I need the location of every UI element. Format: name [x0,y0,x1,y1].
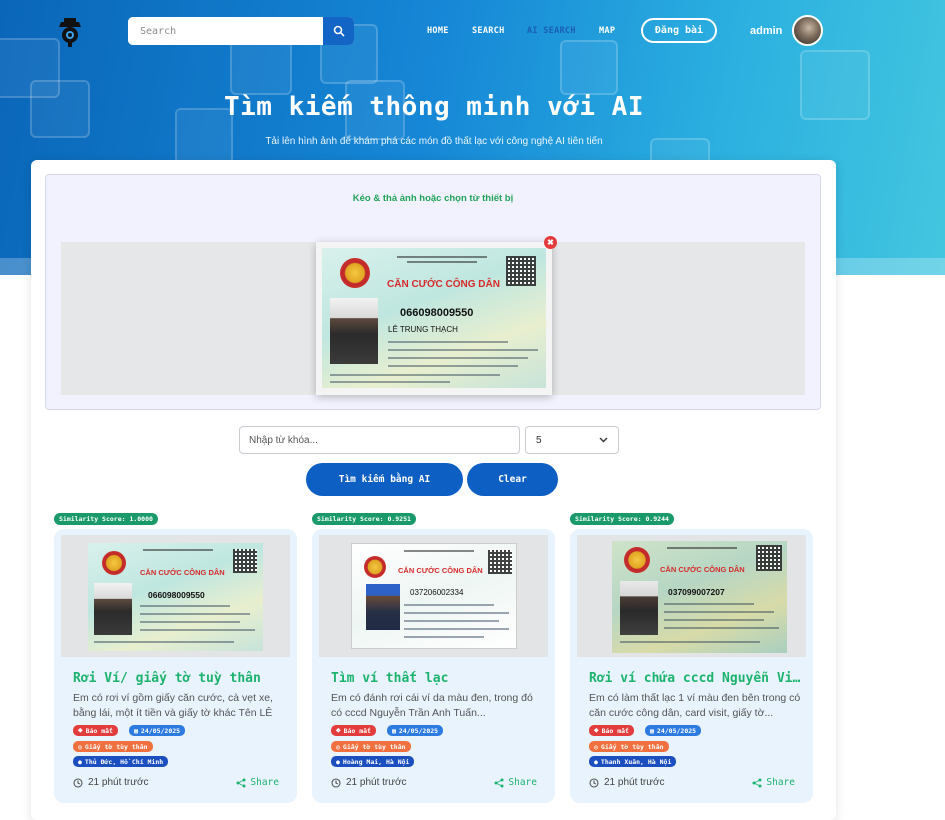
tag-icon: ⬥ [78,726,83,734]
result-count-value: 5 [536,434,542,446]
date-badge: ▦ 24/05/2025 [387,725,444,736]
location-pin-icon: ● [336,757,340,766]
header-search-input[interactable] [128,17,323,45]
clock-icon [331,777,341,788]
category-icon: ◎ [336,742,340,751]
nav-home[interactable]: HOME [427,26,449,36]
location-badge: ● Thanh Xuân, Hà Nội [589,756,677,767]
category-icon: ◎ [78,742,82,751]
category-badge: ◎ Giấy tờ tùy thân [331,741,411,752]
status-badge: ⬥ Báo mất [73,725,118,736]
location-badge: ● Thủ Đức, Hồ Chí Minh [73,756,169,767]
id-card-image: CĂN CƯỚC CÔNG DÂN 066098009550 [88,543,263,651]
chevron-down-icon [599,437,608,443]
category-icon: ◎ [594,742,598,751]
similarity-score-badge: Similarity Score: 1.0000 [54,513,158,525]
result-image[interactable]: CĂN CƯỚC CÔNG DÂN 066098009550 [61,535,290,657]
calendar-icon: ▦ [134,726,138,735]
share-button[interactable]: Share [752,777,795,788]
result-card-body[interactable]: CĂN CƯỚC CÔNG DÂN 066098009550 Rơi Ví/ g… [54,529,297,803]
result-image[interactable]: CĂN CƯỚC CÔNG DÂN 037099007207 [577,535,806,657]
share-icon [494,778,504,787]
search-icon [333,25,345,37]
result-card[interactable]: Similarity Score: 0.9251 CĂN CƯỚC CÔNG D… [312,513,555,805]
page-title: Tìm kiếm thông minh với AI [224,92,644,122]
nav-map[interactable]: MAP [599,26,615,36]
result-time: 21 phút trước [589,777,665,788]
calendar-icon: ▦ [392,726,396,735]
tag-icon: ⬥ [336,726,341,734]
location-badge: ● Hoàng Mai, Hà Nội [331,756,415,767]
dropzone-label[interactable]: Kéo & thả ảnh hoặc chọn từ thiết bị [46,193,820,204]
header-search[interactable] [128,17,354,45]
tag-icon: ⬥ [594,726,599,734]
ai-search-panel: Kéo & thả ảnh hoặc chọn từ thiết bị CĂN … [31,160,836,820]
similarity-score-badge: Similarity Score: 0.9251 [312,513,416,525]
share-icon [236,778,246,787]
result-title[interactable]: Rơi Ví/ giấy tờ tuỳ thân [73,671,288,686]
clock-icon [73,777,83,788]
share-button[interactable]: Share [494,777,537,788]
result-title[interactable]: Tìm ví thất lạc [331,671,546,686]
avatar[interactable] [792,15,823,46]
uploaded-image-preview: CĂN CƯỚC CÔNG DÂN 066098009550 LÊ TRUNG … [316,242,552,395]
remove-image-button[interactable]: ✖ [544,236,557,249]
similarity-score-badge: Similarity Score: 0.9244 [570,513,674,525]
username[interactable]: admin [750,25,782,37]
image-dropzone[interactable]: Kéo & thả ảnh hoặc chọn từ thiết bị CĂN … [45,174,821,410]
result-card[interactable]: Similarity Score: 1.0000 CĂN CƯỚC CÔNG D… [54,513,297,805]
decor-square [560,40,618,95]
result-time: 21 phút trước [73,777,149,788]
id-card-image: CĂN CƯỚC CÔNG DÂN 037099007207 [612,541,787,653]
category-badge: ◎ Giấy tờ tùy thân [73,741,153,752]
location-pin-icon: ● [78,757,82,766]
category-badge: ◎ Giấy tờ tùy thân [589,741,669,752]
site-logo-icon[interactable] [55,14,85,48]
share-button[interactable]: Share [236,777,279,788]
result-card-body[interactable]: CĂN CƯỚC CÔNG DÂN 037099007207 Rơi ví ch… [570,529,813,803]
ai-search-button[interactable]: Tìm kiếm bằng AI [306,463,463,496]
nav-ai-search[interactable]: AI SEARCH [527,26,576,36]
result-image[interactable]: CĂN CƯỚC CÔNG DÂN 037206002334 [319,535,548,657]
clock-icon [589,777,599,788]
nav-search[interactable]: SEARCH [472,26,505,36]
keyword-placeholder: Nhập từ khóa... [249,434,318,446]
date-badge: ▦ 24/05/2025 [129,725,186,736]
calendar-icon: ▦ [650,726,654,735]
page-subtitle: Tải lên hình ảnh để khám phá các món đồ … [265,136,603,147]
decor-square [230,40,292,95]
result-description: Em có đánh rơi cái ví da màu đen, trong … [331,692,533,719]
share-icon [752,778,762,787]
result-card-body[interactable]: CĂN CƯỚC CÔNG DÂN 037206002334 Tìm ví th… [312,529,555,803]
date-badge: ▦ 24/05/2025 [645,725,702,736]
header-search-button[interactable] [323,17,354,45]
status-badge: ⬥ Báo mất [589,725,634,736]
result-title[interactable]: Rơi ví chứa cccd Nguyễn Việt Tùng [589,671,804,686]
status-badge: ⬥ Báo mất [331,725,376,736]
id-card-image: CĂN CƯỚC CÔNG DÂN 066098009550 LÊ TRUNG … [322,248,546,388]
post-button[interactable]: Đăng bài [641,18,717,43]
location-pin-icon: ● [594,757,598,766]
result-time: 21 phút trước [331,777,407,788]
id-card-image: CĂN CƯỚC CÔNG DÂN 037206002334 [351,543,517,649]
result-count-select[interactable]: 5 [525,426,619,454]
result-card[interactable]: Similarity Score: 0.9244 CĂN CƯỚC CÔNG D… [570,513,813,805]
result-description: Em có rơi ví gồm giấy căn cước, cà vẹt x… [73,692,273,719]
result-description: Em có làm thất lạc 1 ví màu đen bên tron… [589,692,801,719]
keyword-input[interactable]: Nhập từ khóa... [239,426,520,454]
clear-button[interactable]: Clear [467,463,558,496]
